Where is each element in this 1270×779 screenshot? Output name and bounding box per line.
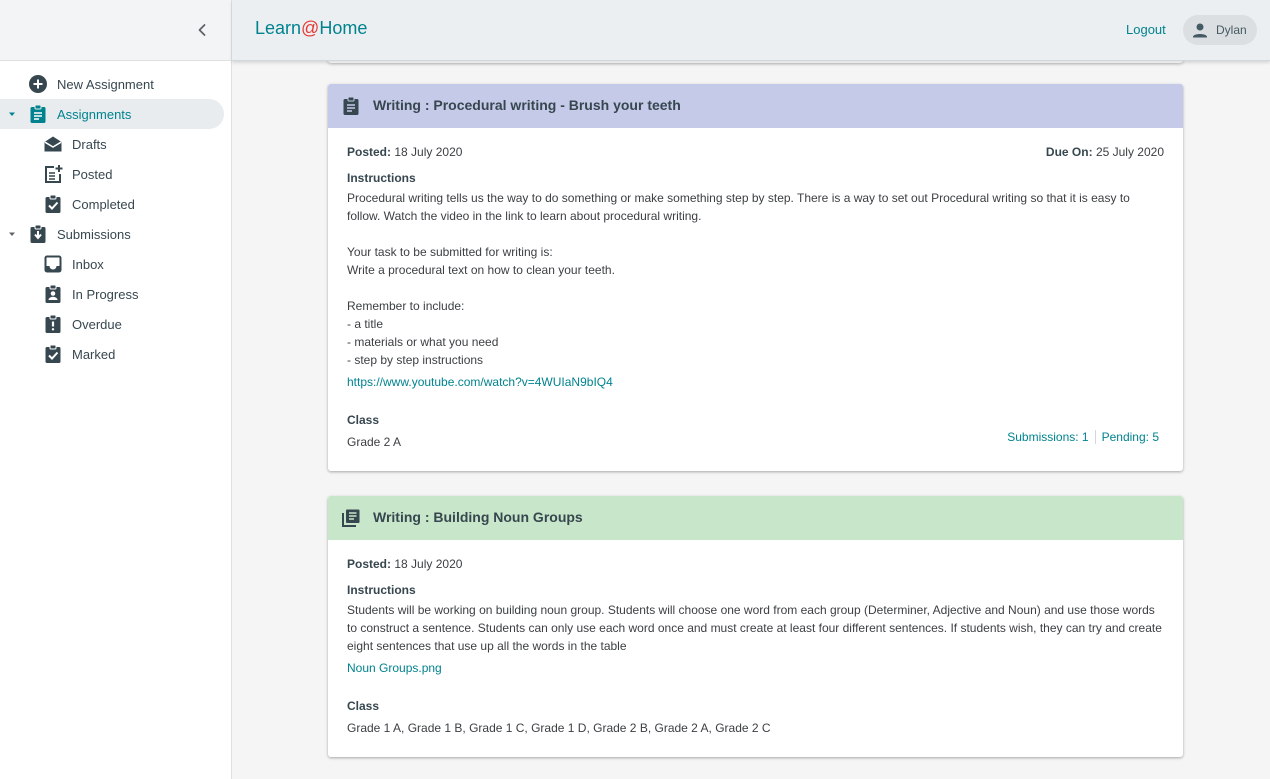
chevron-left-icon[interactable] [192, 20, 212, 40]
sidebar-item-label: Submissions [57, 226, 131, 242]
sidebar-item-submissions[interactable]: Submissions [0, 219, 231, 249]
assignment-returned-icon [30, 224, 46, 243]
user-name: Dylan [1216, 23, 1247, 37]
sidebar-item-posted[interactable]: Posted [0, 159, 231, 189]
caret-down-icon[interactable] [7, 229, 17, 239]
due-date: 25 July 2020 [1095, 145, 1164, 159]
sidebar-header [0, 0, 231, 61]
instructions-label: Instructions [347, 171, 416, 185]
assignment-card-body: Posted: 18 July 2020 Instructions Studen… [328, 540, 1183, 757]
sidebar-item-label: New Assignment [57, 76, 154, 92]
assignment-card[interactable]: Writing : Building Noun Groups Posted: 1… [328, 496, 1183, 757]
sidebar-item-label: Inbox [72, 256, 104, 272]
instructions-label: Instructions [347, 583, 416, 597]
library-books-icon [342, 509, 360, 527]
main-content[interactable]: Writing : Procedural writing - Brush you… [232, 61, 1270, 779]
posted-date: 18 July 2020 [394, 557, 463, 571]
assignment-late-icon [45, 314, 61, 333]
sidebar-item-label: Completed [72, 196, 135, 212]
due-label: Due On: [1045, 145, 1093, 159]
resource-link[interactable]: https://www.youtube.com/watch?v=4WUIaN9b… [347, 375, 1164, 393]
logout-button[interactable]: Logout [1126, 22, 1166, 37]
assignment-title: Writing : Building Noun Groups [373, 509, 583, 525]
assignment-card-header[interactable]: Writing : Procedural writing - Brush you… [328, 84, 1183, 128]
previous-card-edge [328, 61, 1183, 63]
attachment-link[interactable]: Noun Groups.png [347, 661, 1164, 679]
divider [1094, 430, 1096, 444]
assignment-icon [30, 104, 46, 123]
instructions-text: Procedural writing tells us the way to d… [347, 191, 1130, 367]
assignment-icon [343, 96, 359, 115]
class-section: Class Grade 1 A, Grade 1 B, Grade 1 C, G… [347, 699, 1164, 739]
sidebar-item-label: Drafts [72, 136, 107, 152]
posted-row: Posted: 18 July 2020 [347, 557, 1164, 575]
class-value: Grade 1 A, Grade 1 B, Grade 1 C, Grade 1… [347, 721, 771, 735]
post-add-icon [45, 165, 63, 183]
sidebar: New Assignment Assignments Drafts Posted… [0, 0, 232, 779]
posted-label: Posted: [347, 145, 392, 159]
sidebar-nav: New Assignment Assignments Drafts Posted… [0, 61, 231, 369]
brand-suffix: Home [319, 18, 368, 38]
sidebar-item-marked[interactable]: Marked [0, 339, 231, 369]
assignment-turned-in-icon [45, 194, 61, 213]
sidebar-item-inbox[interactable]: Inbox [0, 249, 231, 279]
assignment-card[interactable]: Writing : Procedural writing - Brush you… [328, 84, 1183, 471]
assignment-title: Writing : Procedural writing - Brush you… [373, 97, 681, 113]
user-menu-button[interactable]: Dylan [1183, 15, 1257, 45]
due-date-row: Due On: 25 July 2020 [1046, 145, 1164, 159]
assignment-ind-icon [45, 284, 61, 303]
inbox-icon [44, 255, 62, 273]
assignment-card-body: Posted: 18 July 2020 Due On: 25 July 202… [328, 128, 1183, 471]
assignment-card-header[interactable]: Writing : Building Noun Groups [328, 496, 1183, 540]
add-circle-icon [29, 75, 47, 93]
brand-at: @ [301, 18, 320, 38]
sidebar-item-drafts[interactable]: Drafts [0, 129, 231, 159]
class-label: Class [347, 699, 380, 713]
brand-prefix: Learn [255, 18, 302, 38]
sidebar-item-label: Posted [72, 166, 113, 182]
posted-row: Posted: 18 July 2020 Due On: 25 July 202… [347, 145, 1164, 163]
sidebar-item-label: Marked [72, 346, 116, 362]
person-icon [1193, 23, 1207, 38]
posted-date: 18 July 2020 [394, 145, 463, 159]
posted-label: Posted: [347, 557, 392, 571]
sidebar-item-label: Assignments [57, 106, 132, 122]
top-app-bar: Learn@Home Logout Dylan [232, 0, 1270, 61]
sidebar-item-overdue[interactable]: Overdue [0, 309, 231, 339]
sidebar-item-label: Overdue [72, 316, 122, 332]
sidebar-item-in-progress[interactable]: In Progress [0, 279, 231, 309]
sidebar-item-assignments[interactable]: Assignments [0, 99, 224, 129]
sidebar-item-new-assignment[interactable]: New Assignment [0, 69, 231, 99]
sidebar-item-label: In Progress [72, 286, 139, 302]
drafts-icon [44, 136, 62, 152]
caret-down-icon[interactable] [7, 109, 17, 119]
instructions-text: Students will be working on building nou… [347, 603, 1162, 653]
submissions-count-link[interactable]: Submissions: 1 [1007, 430, 1088, 444]
pending-count-link[interactable]: Pending: 5 [1102, 430, 1159, 444]
class-label: Class [347, 413, 380, 427]
brand-logo[interactable]: Learn@Home [255, 18, 367, 39]
submission-counts: Submissions: 1 Pending: 5 [1007, 430, 1159, 444]
assignment-turned-in-icon [45, 344, 61, 363]
sidebar-item-completed[interactable]: Completed [0, 189, 231, 219]
